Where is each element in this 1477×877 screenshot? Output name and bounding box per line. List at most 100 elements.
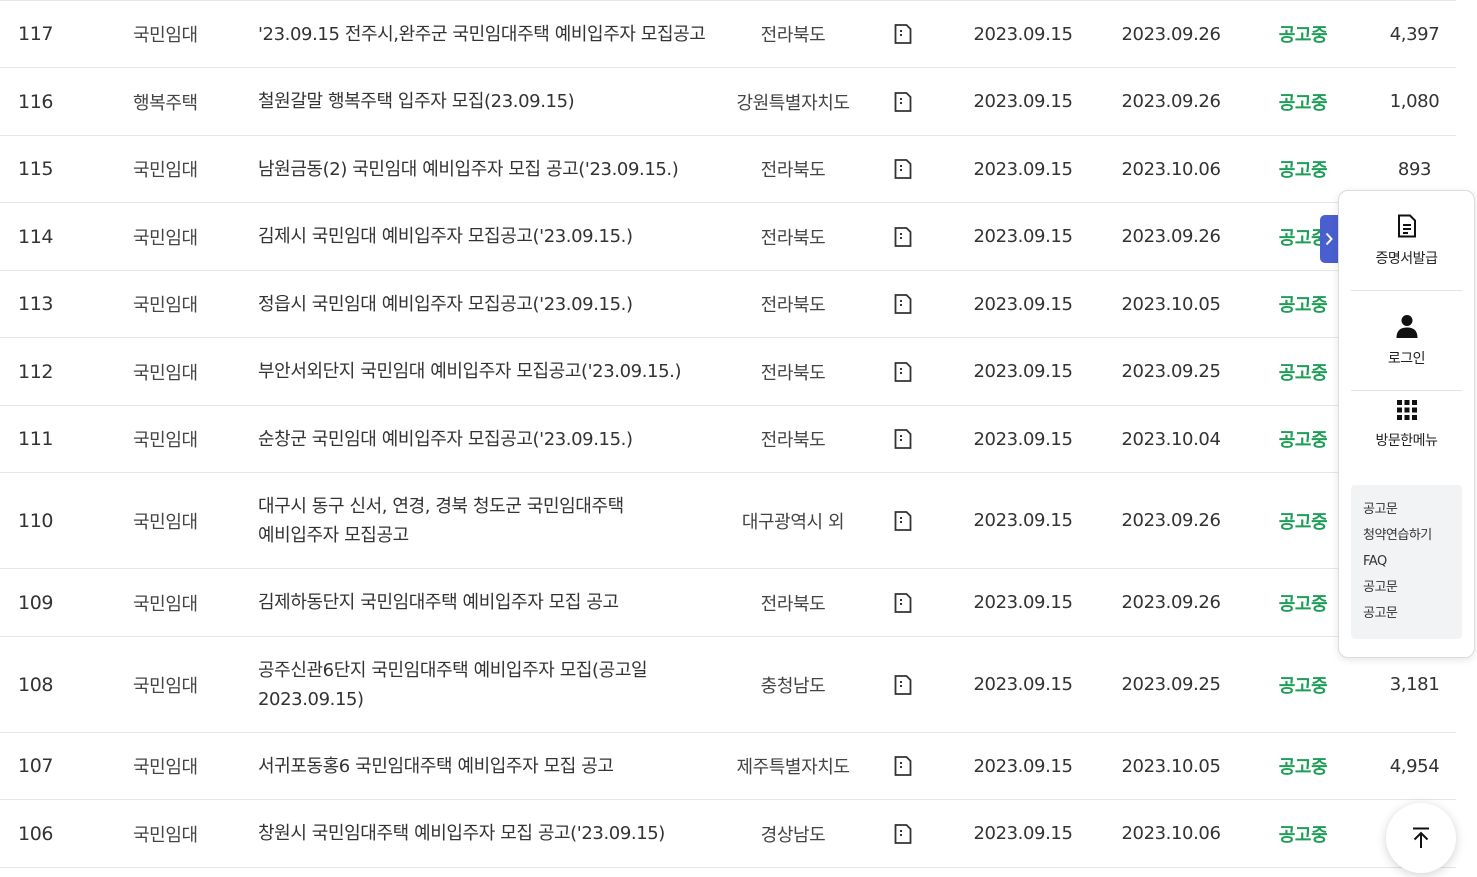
table-row: 108 국민임대 공주신관6단지 국민임대주택 예비입주자 모집(공고일 202… (0, 637, 1456, 733)
row-post-date: 2023.09.15 (973, 91, 1073, 112)
row-post-date: 2023.09.15 (973, 823, 1073, 844)
table-row: 114 국민임대 김제시 국민임대 예비입주자 모집공고('23.09.15.)… (0, 203, 1456, 271)
file-icon[interactable] (894, 361, 912, 382)
row-number: 114 (18, 225, 54, 248)
row-file (858, 361, 948, 382)
row-title-link[interactable]: 남원금동(2) 국민임대 예비입주자 모집 공고('23.09.15.) (256, 155, 728, 184)
person-icon (1396, 315, 1417, 338)
row-region: 전라북도 (760, 362, 826, 384)
row-deadline: 2023.09.26 (1121, 592, 1221, 613)
table-row: 117 국민임대 '23.09.15 전주시,완주군 국민임대주택 예비입주자 … (0, 0, 1456, 68)
row-type: 국민임대 (133, 675, 198, 697)
row-title-link[interactable]: '23.09.15 전주시,완주군 국민임대주택 예비입주자 모집공고 (256, 20, 728, 49)
row-type: 국민임대 (133, 25, 198, 46)
visited-menu-label: 방문한메뉴 (1375, 433, 1438, 449)
certificate-label: 증명서발급 (1375, 251, 1438, 267)
table-row: 115 국민임대 남원금동(2) 국민임대 예비입주자 모집 공고('23.09… (0, 136, 1456, 203)
row-title-link[interactable]: 공주신관6단지 국민임대주택 예비입주자 모집(공고일 2023.09.15) (256, 656, 728, 714)
row-file (858, 510, 948, 531)
table-row: 110 국민임대 대구시 동구 신서, 연경, 경북 청도군 국민임대주택 예비… (0, 473, 1456, 569)
row-region: 전라북도 (760, 160, 826, 181)
row-number: 117 (18, 23, 54, 45)
quick-menu-toggle[interactable] (1320, 215, 1338, 263)
row-file (858, 756, 948, 776)
row-post-date: 2023.09.15 (973, 510, 1073, 531)
table-row: 109 국민임대 김제하동단지 국민임대주택 예비입주자 모집 공고 전라북도 … (0, 569, 1456, 637)
row-views: 893 (1397, 158, 1432, 180)
row-title-link[interactable]: 정읍시 국민임대 예비입주자 모집공고('23.09.15.) (256, 290, 728, 319)
row-region: 경상남도 (760, 824, 826, 846)
status-badge: 공고중 (1278, 25, 1328, 46)
file-icon[interactable] (894, 674, 912, 695)
file-icon[interactable] (894, 592, 912, 613)
status-badge: 공고중 (1278, 757, 1328, 778)
table-row: 116 행복주택 철원갈말 행복주택 입주자 모집(23.09.15) 강원특별… (0, 68, 1456, 136)
row-deadline: 2023.09.26 (1121, 510, 1221, 531)
visited-item[interactable]: 공고문 (1363, 575, 1462, 601)
row-region: 충청남도 (760, 675, 826, 697)
row-views: 3,181 (1389, 674, 1440, 695)
file-icon[interactable] (894, 226, 912, 247)
row-deadline: 2023.10.06 (1121, 158, 1221, 180)
row-deadline: 2023.10.06 (1121, 823, 1221, 844)
row-title-link[interactable]: 순창군 국민임대 예비입주자 모집공고('23.09.15.) (256, 425, 728, 454)
file-icon[interactable] (894, 294, 912, 314)
row-type: 국민임대 (133, 593, 198, 615)
row-title-link[interactable]: 부안서외단지 국민임대 예비입주자 모집공고('23.09.15.) (256, 357, 728, 386)
status-badge: 공고중 (1278, 92, 1328, 114)
row-title-link[interactable]: 서귀포동홍6 국민임대주택 예비입주자 모집 공고 (256, 752, 728, 781)
row-file (858, 823, 948, 844)
table-row: 107 국민임대 서귀포동홍6 국민임대주택 예비입주자 모집 공고 제주특별자… (0, 733, 1456, 800)
row-deadline: 2023.10.05 (1121, 755, 1221, 777)
row-file (858, 674, 948, 695)
row-title-link[interactable]: 철원갈말 행복주택 입주자 모집(23.09.15) (256, 87, 728, 116)
row-number: 115 (18, 158, 54, 180)
file-icon[interactable] (894, 91, 912, 112)
table-row: 112 국민임대 부안서외단지 국민임대 예비입주자 모집공고('23.09.1… (0, 338, 1456, 406)
row-deadline: 2023.09.26 (1121, 91, 1221, 112)
file-icon[interactable] (894, 429, 912, 449)
row-file (858, 592, 948, 613)
row-deadline: 2023.10.05 (1121, 293, 1221, 315)
chevron-right-icon (1325, 232, 1333, 246)
file-icon[interactable] (894, 24, 912, 44)
row-number: 106 (18, 822, 54, 845)
row-views: 4,397 (1389, 23, 1440, 45)
certificate-button[interactable]: 증명서발급 (1351, 191, 1462, 291)
file-icon[interactable] (894, 756, 912, 776)
row-post-date: 2023.09.15 (973, 158, 1073, 180)
row-region: 전라북도 (760, 430, 826, 451)
row-title-link[interactable]: 대구시 동구 신서, 연경, 경북 청도군 국민임대주택 예비입주자 모집공고 (256, 492, 728, 550)
row-region: 전라북도 (760, 593, 826, 615)
file-icon[interactable] (894, 823, 912, 844)
document-icon (1397, 214, 1416, 238)
row-file (858, 429, 948, 449)
row-title-link[interactable]: 김제시 국민임대 예비입주자 모집공고('23.09.15.) (256, 222, 728, 251)
row-number: 107 (18, 755, 54, 777)
visited-item[interactable]: FAQ (1363, 549, 1462, 575)
visited-item[interactable]: 공고문 (1363, 497, 1462, 523)
row-title-link[interactable]: 창원시 국민임대주택 예비입주자 모집 공고('23.09.15) (256, 819, 728, 848)
visited-menu-button[interactable]: 방문한메뉴 (1351, 375, 1462, 475)
row-number: 109 (18, 591, 54, 614)
file-icon[interactable] (894, 159, 912, 179)
file-icon[interactable] (894, 510, 912, 531)
row-post-date: 2023.09.15 (973, 293, 1073, 315)
row-region: 전라북도 (760, 25, 826, 46)
scroll-top-button[interactable] (1386, 803, 1456, 873)
row-region: 전라북도 (760, 295, 826, 316)
row-file (858, 91, 948, 112)
row-post-date: 2023.09.15 (973, 755, 1073, 777)
visited-item[interactable]: 청약연습하기 (1363, 523, 1462, 549)
row-region: 제주특별자치도 (736, 757, 850, 778)
row-deadline: 2023.09.25 (1121, 361, 1221, 382)
row-deadline: 2023.09.26 (1121, 23, 1221, 45)
row-region: 대구광역시 외 (741, 511, 845, 533)
table-row: 106 국민임대 창원시 국민임대주택 예비입주자 모집 공고('23.09.1… (0, 800, 1456, 868)
visited-item[interactable]: 공고문 (1363, 601, 1462, 627)
grid-icon (1396, 400, 1417, 420)
row-region: 강원특별자치도 (736, 92, 850, 114)
table-row: 111 국민임대 순창군 국민임대 예비입주자 모집공고('23.09.15.)… (0, 406, 1456, 473)
row-file (858, 226, 948, 247)
row-title-link[interactable]: 김제하동단지 국민임대주택 예비입주자 모집 공고 (256, 588, 728, 617)
